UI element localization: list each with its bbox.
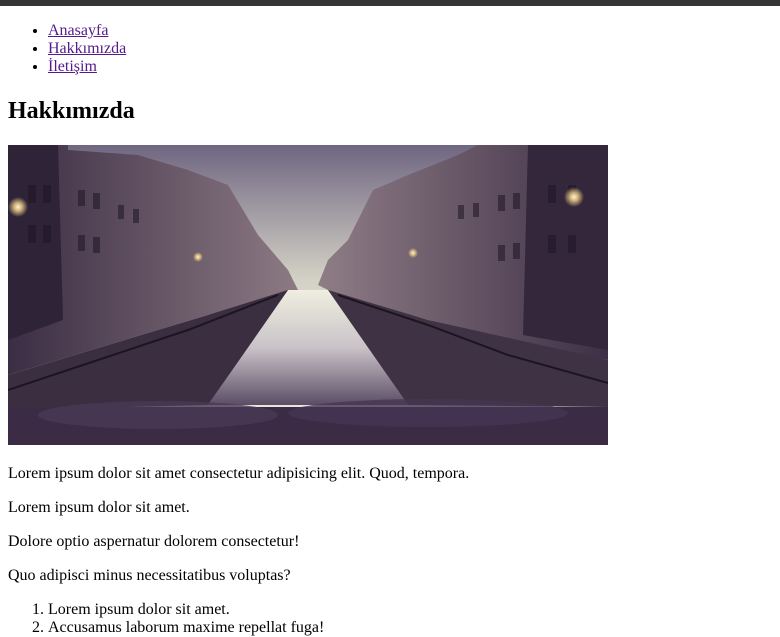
nav-link-about[interactable]: Hakkımızda — [48, 40, 126, 57]
nav-menu: Anasayfa Hakkımızda İletişim — [8, 22, 772, 76]
nav-item-contact: İletişim — [48, 58, 772, 76]
paragraph-4: Quo adipisci minus necessitatibus volupt… — [8, 567, 291, 584]
list-item: Accusamus laborum maxime repellat fuga! — [48, 619, 772, 637]
ordered-list: Lorem ipsum dolor sit amet. Accusamus la… — [8, 601, 772, 637]
nav-link-home[interactable]: Anasayfa — [48, 22, 108, 39]
list-item: Lorem ipsum dolor sit amet. — [48, 601, 772, 619]
page-content: Anasayfa Hakkımızda İletişim Hakkımızda — [8, 6, 772, 637]
nav-item-home: Anasayfa — [48, 22, 772, 40]
nav-item-about: Hakkımızda — [48, 40, 772, 58]
paragraph-3: Dolore optio aspernatur dolorem consecte… — [8, 533, 300, 550]
page-title: Hakkımızda — [8, 98, 135, 124]
paragraph-2: Lorem ipsum dolor sit amet. — [8, 499, 190, 516]
canal-city-image — [8, 145, 608, 445]
nav-link-contact[interactable]: İletişim — [48, 58, 97, 75]
paragraph-1: Lorem ipsum dolor sit amet consectetur a… — [8, 465, 470, 482]
